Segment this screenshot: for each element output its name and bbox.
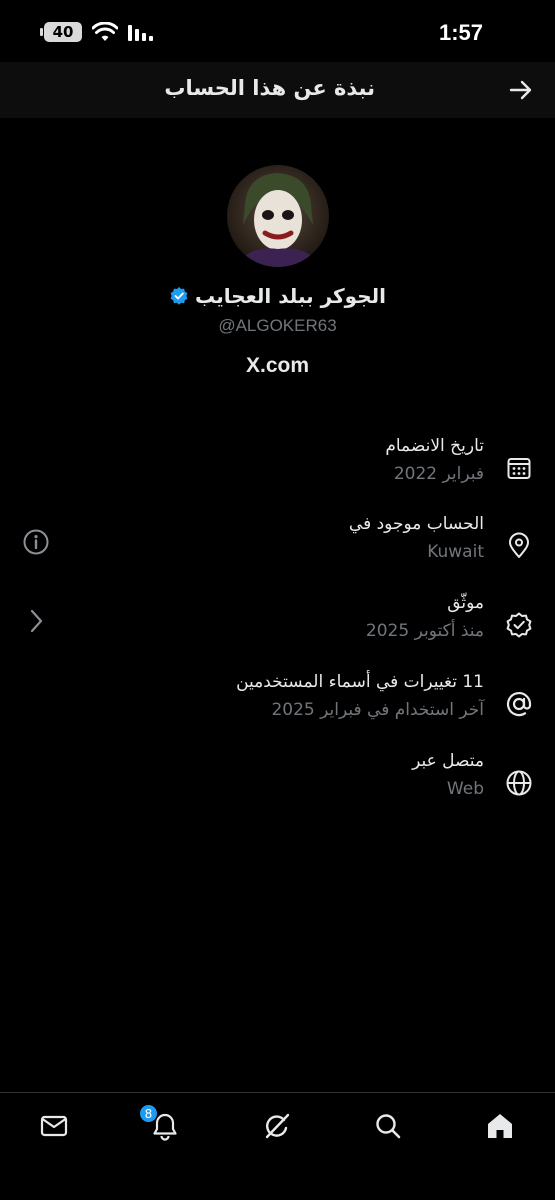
platform-label: X.com bbox=[245, 354, 310, 377]
home-icon[interactable] bbox=[485, 1111, 515, 1141]
avatar[interactable] bbox=[227, 165, 329, 267]
battery-icon: 40 bbox=[40, 22, 82, 42]
grok-icon[interactable] bbox=[262, 1111, 292, 1141]
location-pin-icon bbox=[509, 532, 529, 558]
cellular-signal-icon bbox=[128, 25, 153, 41]
search-icon[interactable] bbox=[373, 1111, 403, 1141]
wifi-icon bbox=[92, 22, 118, 41]
status-bar: 40 1:57 bbox=[0, 0, 555, 62]
info-title: 11 تغييرات في أسماء المستخدمين bbox=[236, 672, 484, 692]
info-subtitle: Web bbox=[446, 779, 484, 799]
globe-icon bbox=[506, 770, 532, 796]
battery-level: 40 bbox=[52, 23, 74, 41]
name-row: الجوكر ببلد العجايب bbox=[0, 284, 555, 308]
info-row-location: الحساب موجود في Kuwait bbox=[0, 514, 555, 584]
verified-badge-icon bbox=[506, 612, 532, 638]
info-row-verified: موثّق منذ أكتوبر 2025 bbox=[0, 593, 555, 663]
info-subtitle: آخر استخدام في فبراير 2025 bbox=[271, 700, 484, 720]
avatar-image bbox=[227, 165, 329, 267]
info-title: تاريخ الانضمام bbox=[385, 436, 484, 456]
clock: 1:57 bbox=[438, 20, 483, 45]
at-sign-icon bbox=[506, 692, 532, 717]
calendar-icon bbox=[507, 458, 531, 479]
back-arrow-icon[interactable] bbox=[507, 76, 535, 104]
display-name: الجوكر ببلد العجايب bbox=[195, 284, 386, 308]
page-title: نبذة عن هذا الحساب bbox=[164, 76, 375, 100]
info-row-connected-via: متصل عبر Web bbox=[0, 751, 555, 821]
info-title: الحساب موجود في bbox=[348, 514, 484, 534]
info-title: متصل عبر bbox=[412, 751, 484, 771]
info-title: موثّق bbox=[447, 593, 484, 613]
header: نبذة عن هذا الحساب bbox=[0, 62, 555, 118]
handle: @ALGOKER63 bbox=[218, 316, 337, 335]
info-circle-icon[interactable] bbox=[22, 528, 50, 556]
info-subtitle: فبراير 2022 bbox=[393, 464, 484, 484]
notifications-badge: 8 bbox=[139, 1104, 158, 1123]
bottom-nav: 8 bbox=[0, 1092, 555, 1200]
info-row-joined: تاريخ الانضمام فبراير 2022 bbox=[0, 436, 555, 506]
messages-icon[interactable] bbox=[39, 1111, 69, 1141]
chevron-right-icon[interactable] bbox=[22, 607, 50, 635]
info-subtitle: منذ أكتوبر 2025 bbox=[365, 621, 484, 641]
info-subtitle: Kuwait bbox=[427, 542, 484, 562]
verified-badge-icon bbox=[170, 287, 188, 305]
info-row-username-changes: 11 تغييرات في أسماء المستخدمين آخر استخد… bbox=[0, 672, 555, 742]
